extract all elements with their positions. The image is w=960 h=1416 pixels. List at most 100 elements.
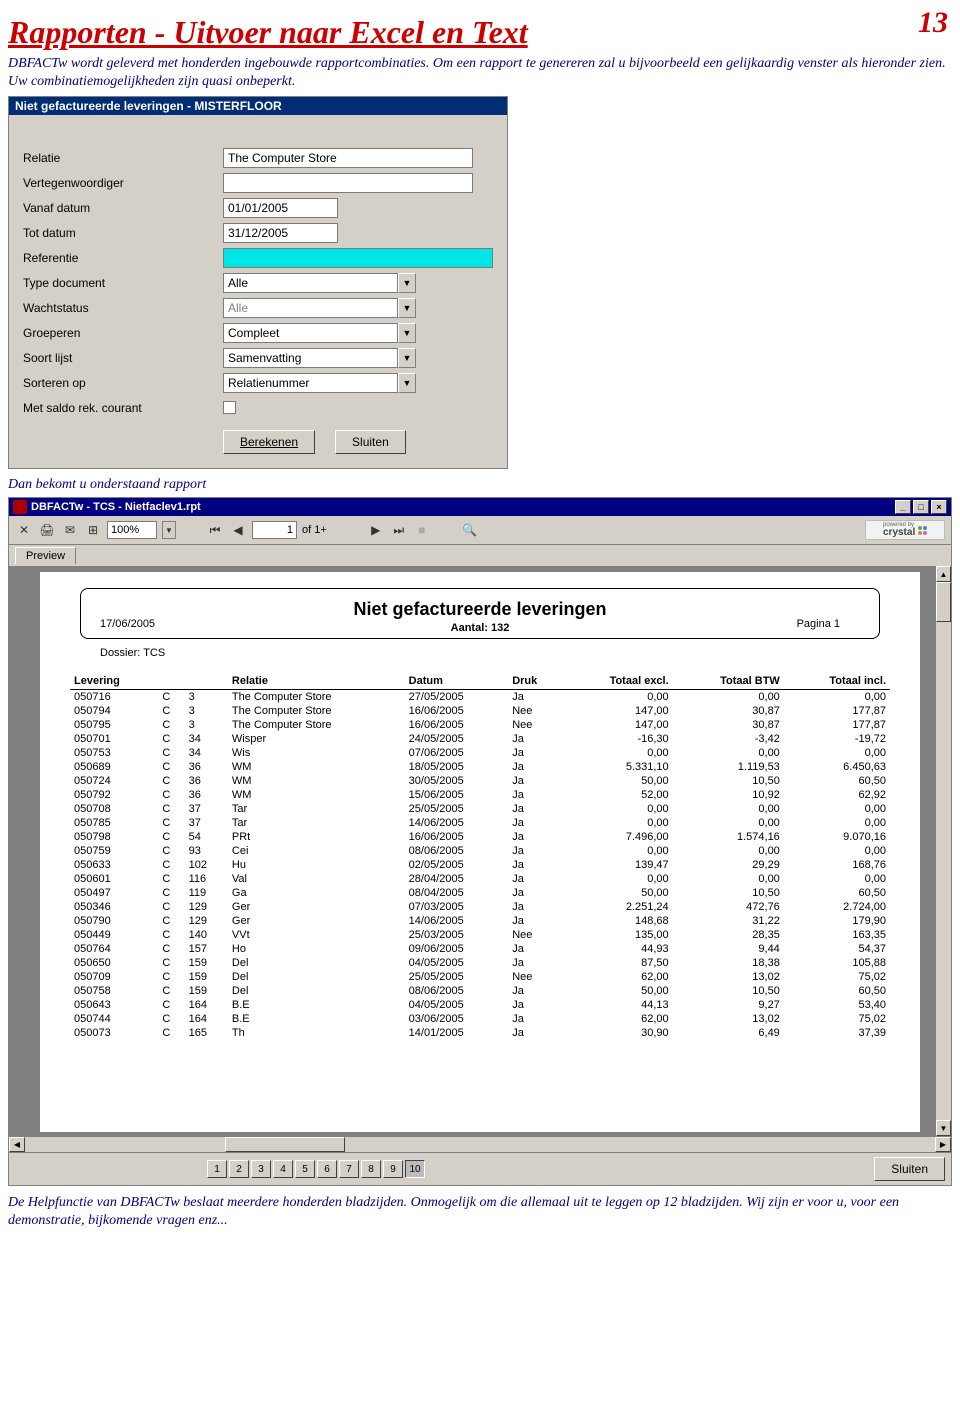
dossier-label: Dossier: TCS bbox=[100, 647, 890, 659]
next-page-icon[interactable]: ▶ bbox=[367, 521, 385, 539]
report-window: DBFACTw - TCS - Nietfaclev1.rpt _ □ × ✕ … bbox=[8, 497, 952, 1186]
col-header: Druk bbox=[508, 673, 562, 690]
vanaf-input[interactable] bbox=[223, 198, 338, 218]
pager-page-6[interactable]: 6 bbox=[317, 1160, 337, 1178]
tot-label: Tot datum bbox=[23, 226, 223, 240]
page-of-label: of 1+ bbox=[302, 524, 327, 536]
pager-page-7[interactable]: 7 bbox=[339, 1160, 359, 1178]
report-paper: Niet gefactureerde leveringen 17/06/2005… bbox=[40, 572, 920, 1132]
horizontal-scrollbar[interactable]: ◀ ▶ bbox=[9, 1136, 951, 1152]
table-row: 050073C165Th14/01/2005Ja30,906,4937,39 bbox=[70, 1026, 890, 1040]
table-row: 050716C3The Computer Store27/05/2005Ja0,… bbox=[70, 690, 890, 705]
table-row: 050601C116Val28/04/2005Ja0,000,000,00 bbox=[70, 872, 890, 886]
filter-dialog: Niet gefactureerde leveringen - MISTERFL… bbox=[8, 96, 508, 469]
table-row: 050753C34Wis07/06/2005Ja0,000,000,00 bbox=[70, 746, 890, 760]
close-button[interactable]: × bbox=[931, 500, 947, 514]
vertegenwoordiger-input[interactable] bbox=[223, 173, 473, 193]
chevron-down-icon[interactable]: ▼ bbox=[398, 373, 416, 393]
col-header: Totaal BTW bbox=[673, 673, 784, 690]
tot-input[interactable] bbox=[223, 223, 338, 243]
col-header bbox=[185, 673, 228, 690]
chevron-down-icon: ▼ bbox=[398, 298, 416, 318]
app-icon bbox=[13, 500, 27, 514]
page-title: Rapporten - Uitvoer naar Excel en Text bbox=[8, 14, 952, 51]
table-row: 050497C119Ga08/04/2005Ja50,0010,5060,50 bbox=[70, 886, 890, 900]
pager-page-4[interactable]: 4 bbox=[273, 1160, 293, 1178]
relatie-input[interactable] bbox=[223, 148, 473, 168]
dialog-titlebar: Niet gefactureerde leveringen - MISTERFL… bbox=[9, 97, 507, 115]
saldo-checkbox[interactable] bbox=[223, 401, 236, 414]
stop-icon: ■ bbox=[413, 521, 431, 539]
report-table: LeveringRelatieDatumDrukTotaal excl.Tota… bbox=[70, 673, 890, 1040]
vertical-scrollbar[interactable]: ▲ ▼ bbox=[935, 566, 951, 1136]
col-header: Relatie bbox=[228, 673, 405, 690]
pager-page-10[interactable]: 10 bbox=[405, 1160, 425, 1178]
pager-page-9[interactable]: 9 bbox=[383, 1160, 403, 1178]
scroll-up-icon[interactable]: ▲ bbox=[936, 566, 951, 582]
chevron-down-icon[interactable]: ▼ bbox=[398, 323, 416, 343]
last-page-icon[interactable]: ⏭ bbox=[390, 521, 408, 539]
groep-label: Groeperen bbox=[23, 326, 223, 340]
table-row: 050764C157Ho09/06/2005Ja44,939,4454,37 bbox=[70, 942, 890, 956]
soort-combo[interactable] bbox=[223, 348, 398, 368]
search-icon[interactable]: 🔍 bbox=[461, 521, 479, 539]
wacht-label: Wachtstatus bbox=[23, 301, 223, 315]
pager-page-8[interactable]: 8 bbox=[361, 1160, 381, 1178]
soort-label: Soort lijst bbox=[23, 351, 223, 365]
col-header: Totaal incl. bbox=[784, 673, 890, 690]
pager-page-3[interactable]: 3 bbox=[251, 1160, 271, 1178]
scroll-down-icon[interactable]: ▼ bbox=[936, 1120, 951, 1136]
table-row: 050794C3The Computer Store16/06/2005Nee1… bbox=[70, 704, 890, 718]
referentie-input[interactable] bbox=[223, 248, 493, 268]
scroll-left-icon[interactable]: ◀ bbox=[9, 1137, 25, 1152]
crystal-logo: powered by crystal bbox=[865, 520, 945, 540]
berekenen-button[interactable]: Berekenen bbox=[223, 430, 315, 454]
pager-row: 12345678910 Sluiten bbox=[9, 1152, 951, 1185]
saldo-label: Met saldo rek. courant bbox=[23, 401, 223, 415]
report-heading: Niet gefactureerde leveringen bbox=[101, 599, 859, 620]
referentie-label: Referentie bbox=[23, 251, 223, 265]
table-row: 050744C164B.E03/06/2005Ja62,0013,0275,02 bbox=[70, 1012, 890, 1026]
report-sluiten-button[interactable]: Sluiten bbox=[874, 1157, 945, 1181]
pager-page-5[interactable]: 5 bbox=[295, 1160, 315, 1178]
preview-tab[interactable]: Preview bbox=[15, 547, 76, 564]
sluiten-button[interactable]: Sluiten bbox=[335, 430, 406, 454]
pager-page-2[interactable]: 2 bbox=[229, 1160, 249, 1178]
minimize-button[interactable]: _ bbox=[895, 500, 911, 514]
first-page-icon[interactable]: ⏮ bbox=[206, 521, 224, 539]
footer-text: De Helpfunctie van DBFACTw beslaat meerd… bbox=[8, 1194, 952, 1230]
groep-combo[interactable] bbox=[223, 323, 398, 343]
relatie-label: Relatie bbox=[23, 151, 223, 165]
col-header bbox=[158, 673, 184, 690]
typedoc-label: Type document bbox=[23, 276, 223, 290]
scroll-thumb[interactable] bbox=[936, 582, 951, 622]
scroll-right-icon[interactable]: ▶ bbox=[935, 1137, 951, 1152]
col-header: Datum bbox=[405, 673, 509, 690]
table-row: 050701C34Wisper24/05/2005Ja-16,30-3,42-1… bbox=[70, 732, 890, 746]
report-date: 17/06/2005 bbox=[100, 618, 155, 630]
chevron-down-icon[interactable]: ▼ bbox=[162, 521, 176, 539]
tree-icon[interactable]: ⊞ bbox=[84, 521, 102, 539]
page-input[interactable] bbox=[252, 521, 297, 539]
table-row: 050633C102Hu02/05/2005Ja139,4729,29168,7… bbox=[70, 858, 890, 872]
table-row: 050785C37Tar14/06/2005Ja0,000,000,00 bbox=[70, 816, 890, 830]
vertegenwoordiger-label: Vertegenwoordiger bbox=[23, 176, 223, 190]
chevron-down-icon[interactable]: ▼ bbox=[398, 273, 416, 293]
table-row: 050758C159Del08/06/2005Ja50,0010,5060,50 bbox=[70, 984, 890, 998]
chevron-down-icon[interactable]: ▼ bbox=[398, 348, 416, 368]
close-icon[interactable]: ✕ bbox=[15, 521, 33, 539]
table-row: 050724C36WM30/05/2005Ja50,0010,5060,50 bbox=[70, 774, 890, 788]
table-row: 050449C140VVt25/03/2005Nee135,0028,35163… bbox=[70, 928, 890, 942]
table-row: 050792C36WM15/06/2005Ja52,0010,9262,92 bbox=[70, 788, 890, 802]
sort-combo[interactable] bbox=[223, 373, 398, 393]
col-header: Totaal excl. bbox=[562, 673, 672, 690]
print-icon[interactable]: 🖨 bbox=[38, 521, 56, 539]
typedoc-combo[interactable] bbox=[223, 273, 398, 293]
maximize-button[interactable]: □ bbox=[913, 500, 929, 514]
export-icon[interactable]: ✉ bbox=[61, 521, 79, 539]
vanaf-label: Vanaf datum bbox=[23, 201, 223, 215]
hscroll-thumb[interactable] bbox=[225, 1137, 345, 1152]
prev-page-icon[interactable]: ◀ bbox=[229, 521, 247, 539]
zoom-input[interactable] bbox=[107, 521, 157, 539]
pager-page-1[interactable]: 1 bbox=[207, 1160, 227, 1178]
